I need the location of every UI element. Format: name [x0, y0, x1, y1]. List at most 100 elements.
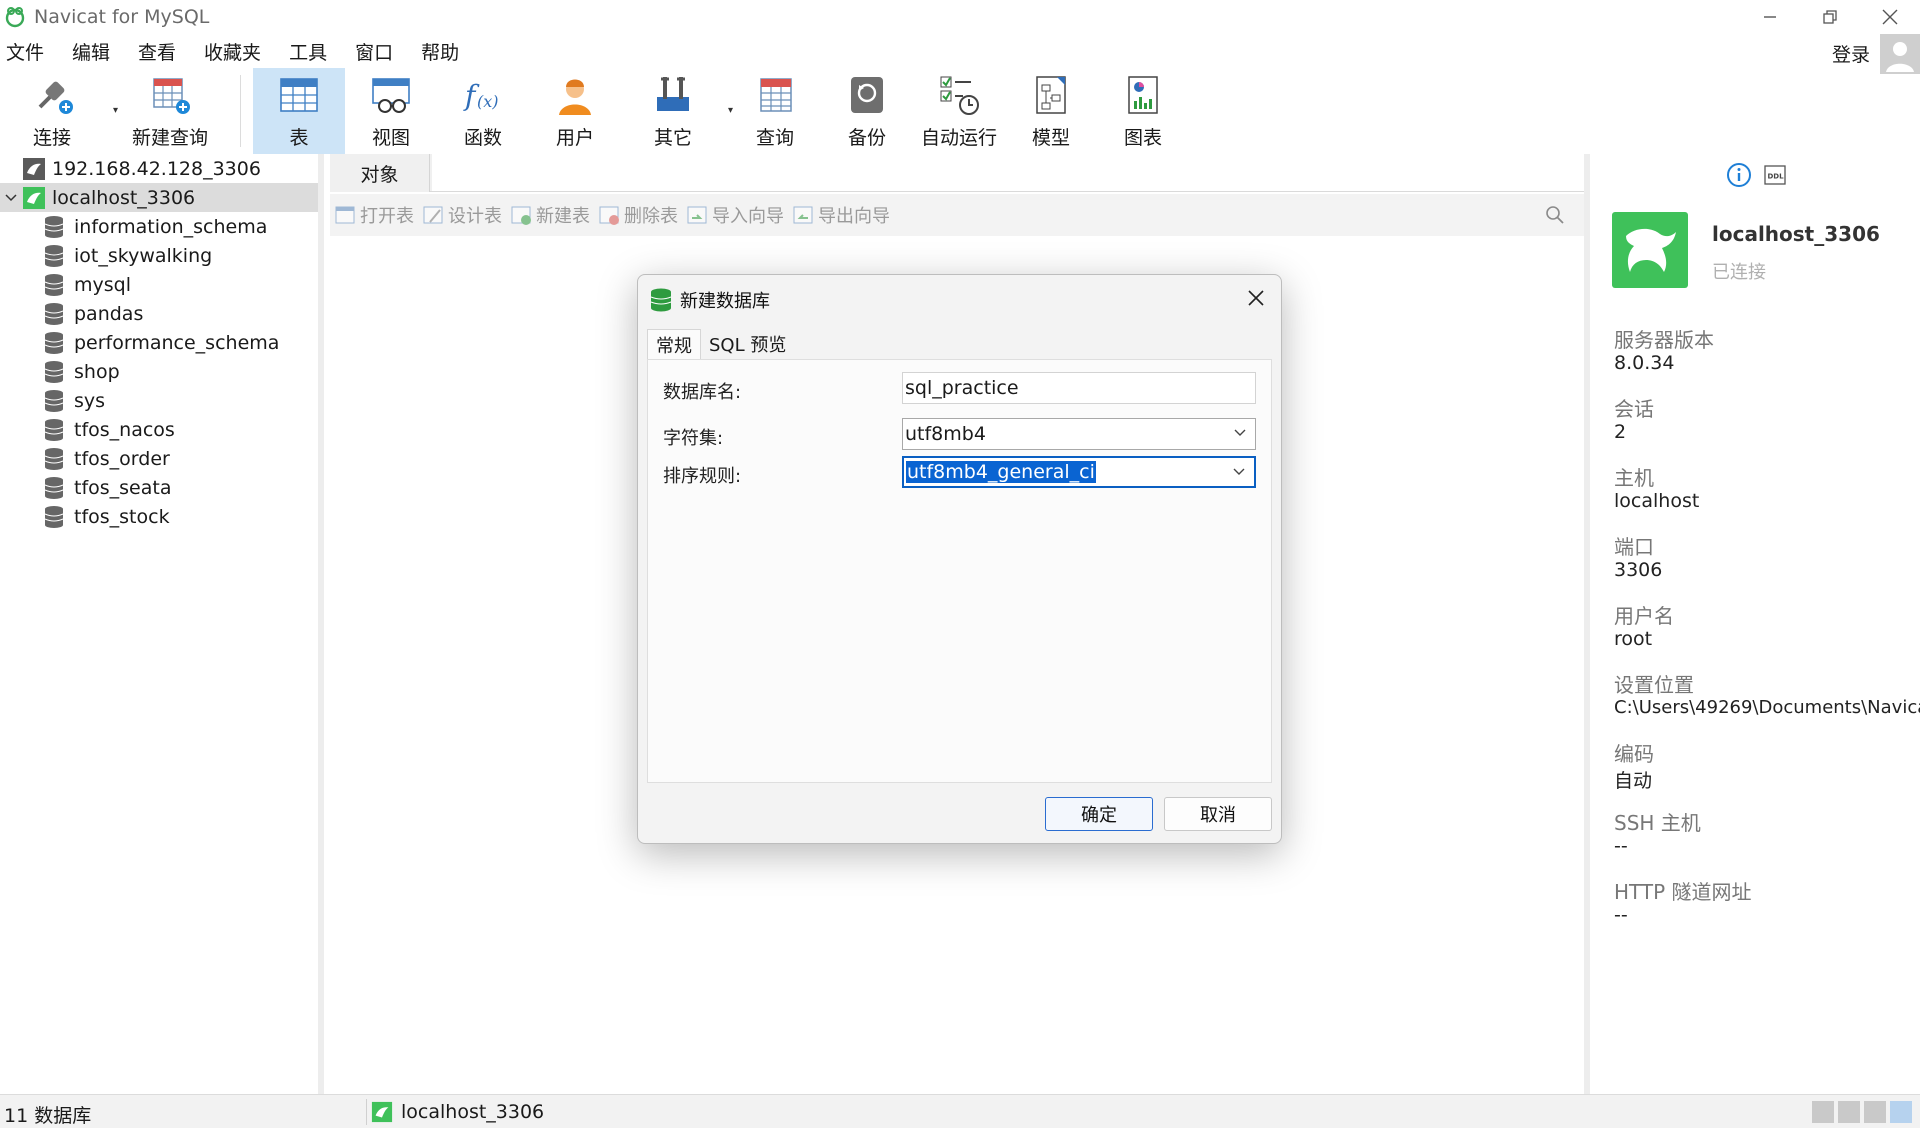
mysql-connection-icon: [23, 157, 45, 180]
tab-sql-preview[interactable]: SQL 预览: [701, 329, 794, 359]
menu-edit[interactable]: 编辑: [66, 38, 125, 65]
tree-database-item[interactable]: tfos_seata: [0, 473, 318, 502]
view-button[interactable]: 视图: [345, 68, 437, 154]
info-field-label: 主机: [1614, 466, 1654, 490]
database-icon: [44, 331, 64, 354]
tree-database-item[interactable]: tfos_nacos: [0, 415, 318, 444]
tree-database-item[interactable]: shop: [0, 357, 318, 386]
table-label: 表: [289, 127, 309, 149]
database-icon: [44, 360, 64, 383]
toolbar-separator: [240, 75, 241, 147]
search-icon[interactable]: [1544, 204, 1566, 226]
other-button[interactable]: 其它 ▾: [627, 68, 733, 154]
open-table-icon: [335, 206, 355, 224]
automation-schedule-icon: [940, 76, 979, 115]
info-field-label: SSH 主机: [1614, 811, 1701, 835]
collation-select[interactable]: utf8mb4_general_ci: [902, 456, 1256, 488]
new-query-button[interactable]: 新建查询: [112, 68, 228, 154]
new-query-label: 新建查询: [131, 127, 208, 149]
collation-value: utf8mb4_general_ci: [906, 461, 1096, 483]
tree-database-item[interactable]: tfos_stock: [0, 502, 318, 531]
tree-connection-localhost[interactable]: localhost_3306: [0, 183, 318, 212]
tree-database-item[interactable]: iot_skywalking: [0, 241, 318, 270]
info-field-label: 会话: [1614, 397, 1654, 421]
open-table-button[interactable]: 打开表: [334, 202, 414, 228]
detail-view-icon[interactable]: [1864, 1101, 1886, 1123]
model-button[interactable]: 模型: [1005, 68, 1097, 154]
user-button[interactable]: 用户: [529, 68, 621, 154]
tab-sql-preview-label: SQL 预览: [709, 335, 787, 356]
restore-button[interactable]: [1800, 0, 1860, 34]
charset-label: 字符集:: [663, 428, 724, 449]
import-wizard-button[interactable]: 导入向导: [686, 202, 784, 228]
backup-button[interactable]: 备份: [821, 68, 913, 154]
tree-database-item[interactable]: mysql: [0, 270, 318, 299]
tree-database-item[interactable]: performance_schema: [0, 328, 318, 357]
export-wizard-button[interactable]: 导出向导: [792, 202, 890, 228]
grid-view-icon[interactable]: [1812, 1101, 1834, 1123]
menu-tools[interactable]: 工具: [283, 38, 342, 65]
dialog-close-button[interactable]: [1241, 283, 1271, 313]
table-button[interactable]: 表: [253, 68, 345, 154]
view-mode-switcher: [1812, 1101, 1912, 1123]
cancel-label: 取消: [1200, 805, 1236, 826]
table-icon: [280, 78, 318, 112]
function-button[interactable]: f (x) 函数: [437, 68, 529, 154]
info-field-value: C:\Users\49269\Documents\Navica: [1614, 697, 1920, 718]
tree-database-item[interactable]: sys: [0, 386, 318, 415]
menu-file[interactable]: 文件: [0, 38, 59, 65]
minimize-button[interactable]: [1740, 0, 1800, 34]
database-icon: [44, 273, 64, 296]
design-table-button[interactable]: 设计表: [422, 202, 502, 228]
tree-database-item[interactable]: pandas: [0, 299, 318, 328]
charset-value: utf8mb4: [905, 423, 986, 445]
info-field-value: 3306: [1614, 559, 1663, 581]
chevron-down-icon[interactable]: [4, 191, 18, 205]
close-window-button[interactable]: [1860, 0, 1920, 34]
menu-view[interactable]: 查看: [132, 38, 191, 65]
chevron-down-icon: [1234, 429, 1246, 436]
chevron-down-icon: [1233, 468, 1245, 475]
menu-window[interactable]: 窗口: [349, 38, 408, 65]
list-view-icon[interactable]: [1838, 1101, 1860, 1123]
ok-button[interactable]: 确定: [1045, 797, 1153, 831]
query-button[interactable]: 查询: [729, 68, 821, 154]
automation-button[interactable]: 自动运行: [913, 68, 1005, 154]
charset-select[interactable]: utf8mb4: [902, 418, 1256, 450]
menu-bar: 文件 编辑 查看 收藏夹 工具 窗口 帮助: [0, 36, 1920, 66]
tab-objects[interactable]: 对象: [330, 154, 430, 192]
tree-database-label: iot_skywalking: [74, 244, 213, 267]
tree-database-label: performance_schema: [74, 331, 280, 354]
new-table-label: 新建表: [536, 206, 590, 227]
restore-icon: [1823, 10, 1837, 24]
info-field-label: 端口: [1614, 535, 1654, 559]
tree-database-item[interactable]: information_schema: [0, 212, 318, 241]
menu-help[interactable]: 帮助: [415, 38, 474, 65]
database-icon: [44, 447, 64, 470]
info-field-value: 2: [1614, 421, 1627, 443]
backup-label: 备份: [847, 127, 886, 149]
new-table-button[interactable]: 新建表: [510, 202, 590, 228]
er-view-icon[interactable]: [1890, 1101, 1912, 1123]
tree-database-item[interactable]: tfos_order: [0, 444, 318, 473]
dialog-title-bar: 新建数据库: [650, 285, 770, 315]
plug-connect-icon: [38, 81, 73, 114]
view-glasses-icon: [372, 78, 410, 113]
tree-connection-label: 192.168.42.128_3306: [52, 157, 261, 180]
login-link[interactable]: 登录: [1832, 40, 1870, 67]
chart-button[interactable]: 图表: [1097, 68, 1189, 154]
cancel-button[interactable]: 取消: [1164, 797, 1272, 831]
tree-connection-remote[interactable]: 192.168.42.128_3306: [0, 154, 318, 183]
connect-button[interactable]: 连接 ▾: [0, 68, 118, 154]
tab-general[interactable]: 常规: [647, 329, 701, 359]
menu-favorites[interactable]: 收藏夹: [198, 38, 276, 65]
info-icon[interactable]: [1726, 162, 1752, 188]
delete-table-button[interactable]: 删除表: [598, 202, 678, 228]
info-panel-tabs: DDL: [1726, 162, 1788, 188]
connection-logo: [1612, 212, 1688, 288]
info-field-label: 用户名: [1614, 604, 1674, 628]
info-field-value: --: [1614, 904, 1628, 926]
info-field-value: 8.0.34: [1614, 352, 1675, 374]
ddl-icon[interactable]: DDL: [1762, 162, 1788, 188]
db-name-input[interactable]: sql_practice: [902, 372, 1256, 404]
